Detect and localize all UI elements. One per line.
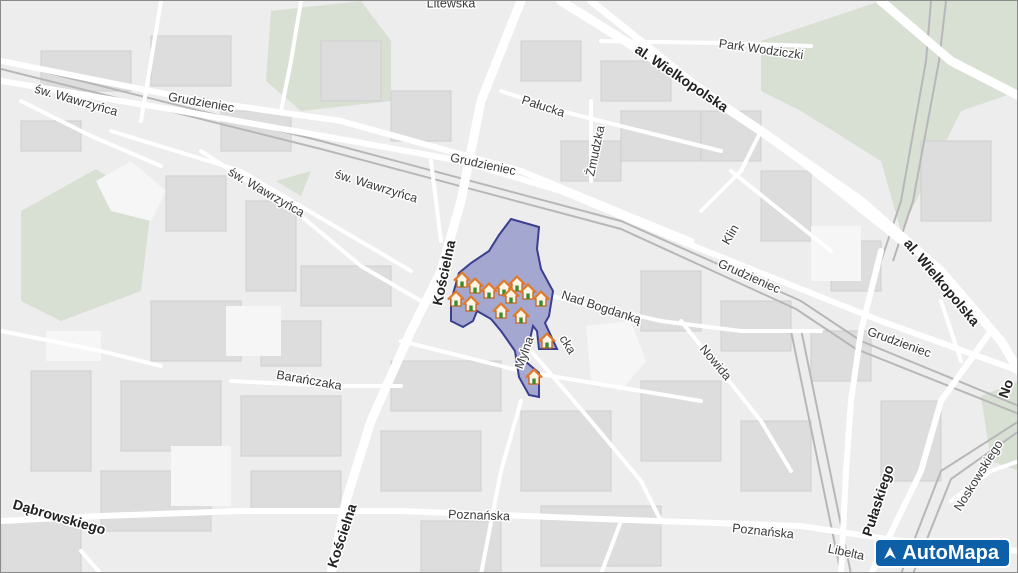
street-label: Poznańska (448, 507, 510, 523)
map-canvas[interactable]: Litewska Park Wodziczki al. Wielkopolska św… (0, 0, 1018, 573)
street-label: Grudzieniec (449, 151, 517, 179)
street-label: św. Wawrzyńca (333, 167, 419, 205)
map-layer: LitewskaPark Wodziczkial. Wielkopolskaśw… (1, 1, 1017, 572)
street-label: Libelta (827, 542, 866, 563)
street-label: al. Wielkopolska (901, 235, 983, 329)
street-label: Klin (719, 222, 742, 247)
brand-badge[interactable]: AutoMapa (876, 540, 1009, 566)
brand-name: AutoMapa (902, 542, 999, 564)
street-label: Barańczaka (275, 368, 342, 393)
automapa-logo-icon (884, 547, 897, 559)
street-label: cka (557, 333, 579, 357)
street-label: Litewska (427, 1, 476, 10)
street-label: Pałucka (520, 93, 567, 120)
street-label: Nad Bogdanką (560, 288, 643, 327)
street-label: Noskowskiego (951, 438, 1006, 514)
